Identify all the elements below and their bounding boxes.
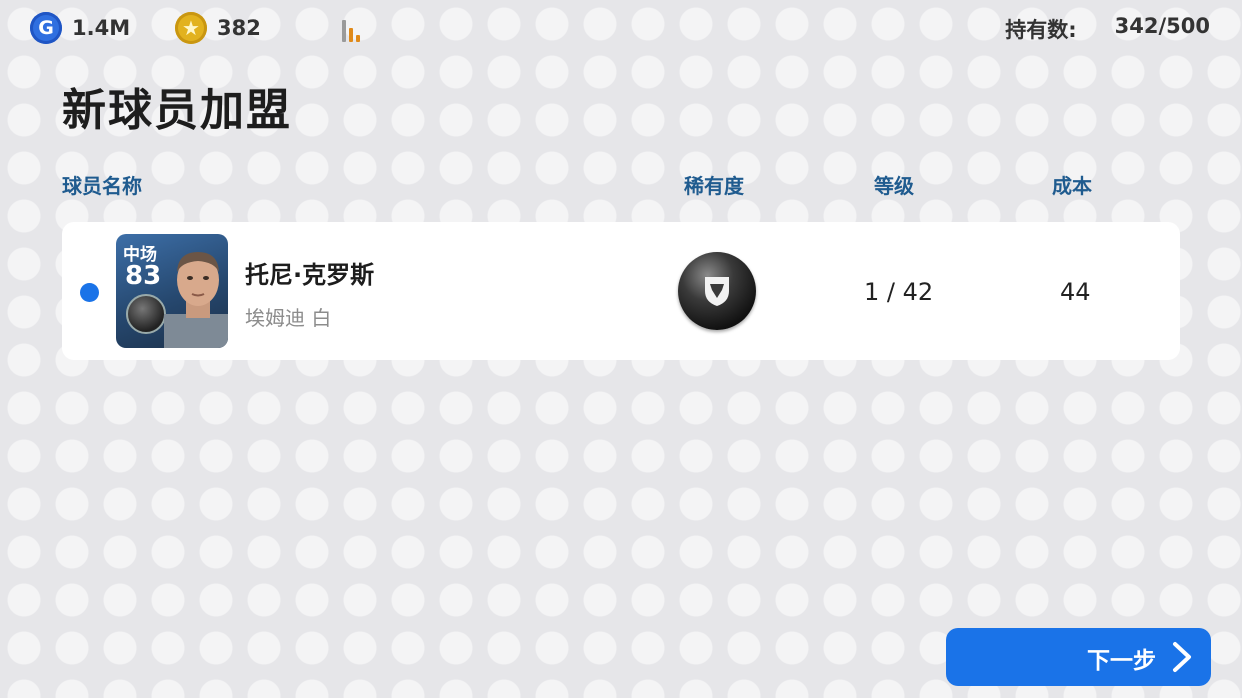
top-bar: G 1.4M ★ 382 持有数: 342/500 — [0, 0, 1242, 58]
player-row[interactable]: 中场 83 托尼·克罗斯 埃姆迪 白 1 / 42 44 — [62, 222, 1180, 360]
rarity-black-ball-icon — [678, 252, 756, 330]
new-indicator-dot — [80, 283, 99, 302]
column-header-player-name: 球员名称 — [62, 174, 142, 198]
shield-crest-icon — [705, 277, 729, 306]
player-rating: 83 — [125, 261, 162, 291]
page-title: 新球员加盟 — [62, 85, 292, 136]
owned-count: 持有数: 342/500 — [1005, 14, 1210, 44]
column-header-rarity: 稀有度 — [684, 174, 744, 198]
player-portrait-icon — [164, 252, 228, 348]
player-level: 1 / 42 — [864, 278, 934, 306]
owned-label: 持有数: — [1005, 18, 1077, 42]
gp-value: 1.4M — [72, 16, 131, 40]
coins-value: 382 — [217, 16, 261, 40]
coins-currency: ★ 382 — [175, 12, 261, 44]
player-name: 托尼·克罗斯 — [245, 261, 375, 289]
next-step-button[interactable]: 下一步 — [946, 628, 1211, 686]
column-header-level: 等级 — [874, 174, 914, 198]
g-points-icon: G — [30, 12, 62, 44]
player-club: 埃姆迪 白 — [245, 306, 332, 330]
player-cost: 44 — [1060, 278, 1091, 306]
owned-value: 342/500 — [1114, 14, 1210, 38]
chevron-right-icon — [1173, 642, 1191, 672]
signal-bars-icon — [342, 16, 368, 42]
gp-currency: G 1.4M — [30, 12, 130, 44]
player-card[interactable]: 中场 83 — [116, 234, 228, 348]
coin-star-icon: ★ — [175, 12, 207, 44]
next-step-label: 下一步 — [1087, 648, 1156, 674]
column-header-cost: 成本 — [1052, 174, 1092, 198]
card-rarity-ball-icon — [126, 294, 166, 334]
